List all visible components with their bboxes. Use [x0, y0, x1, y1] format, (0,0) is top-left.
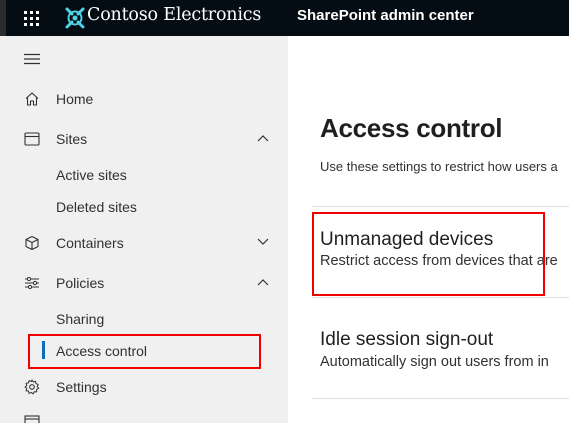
top-bar: Contoso Electronics SharePoint admin cen… — [0, 0, 569, 36]
settings-icon — [24, 379, 40, 395]
section-divider — [312, 206, 569, 207]
nav-subitem-sharing[interactable]: Sharing — [56, 311, 104, 327]
chevron-up-icon[interactable] — [257, 134, 269, 142]
chevron-down-icon[interactable] — [257, 238, 269, 246]
sites-icon — [24, 132, 40, 146]
nav-item-label: Settings — [56, 379, 107, 395]
nav-item-label: Policies — [56, 275, 105, 291]
setting-title[interactable]: Unmanaged devices — [320, 229, 493, 251]
window-edge — [0, 0, 6, 36]
chevron-up-icon[interactable] — [257, 278, 269, 286]
nav-subitem-deleted-sites[interactable]: Deleted sites — [56, 199, 137, 215]
selected-indicator — [42, 341, 45, 359]
containers-icon — [25, 235, 39, 251]
brand-name[interactable]: Contoso Electronics — [87, 5, 261, 25]
page-description: Use these settings to restrict how users… — [320, 159, 558, 174]
nav-item-label: Sites — [56, 131, 88, 147]
setting-description: Restrict access from devices that are — [320, 253, 558, 269]
setting-description: Automatically sign out users from in — [320, 354, 549, 370]
setting-title[interactable]: Idle session sign-out — [320, 329, 493, 351]
section-divider — [312, 297, 569, 298]
nav-item-label: Home — [56, 91, 94, 107]
policies-icon — [25, 276, 39, 290]
app-launcher-icon[interactable] — [20, 7, 42, 29]
nav-item-partial-icon — [24, 415, 40, 423]
contoso-logo-icon — [65, 7, 85, 29]
nav-item-label: Containers — [56, 235, 124, 251]
nav-subitem-access-control[interactable]: Access control — [56, 343, 147, 359]
left-navigation — [0, 36, 288, 423]
page-title: Access control — [320, 113, 503, 143]
home-icon — [25, 92, 39, 106]
nav-subitem-active-sites[interactable]: Active sites — [56, 167, 127, 183]
product-name[interactable]: SharePoint admin center — [297, 7, 474, 24]
section-divider — [312, 398, 569, 399]
hamburger-menu-icon[interactable] — [24, 53, 40, 65]
